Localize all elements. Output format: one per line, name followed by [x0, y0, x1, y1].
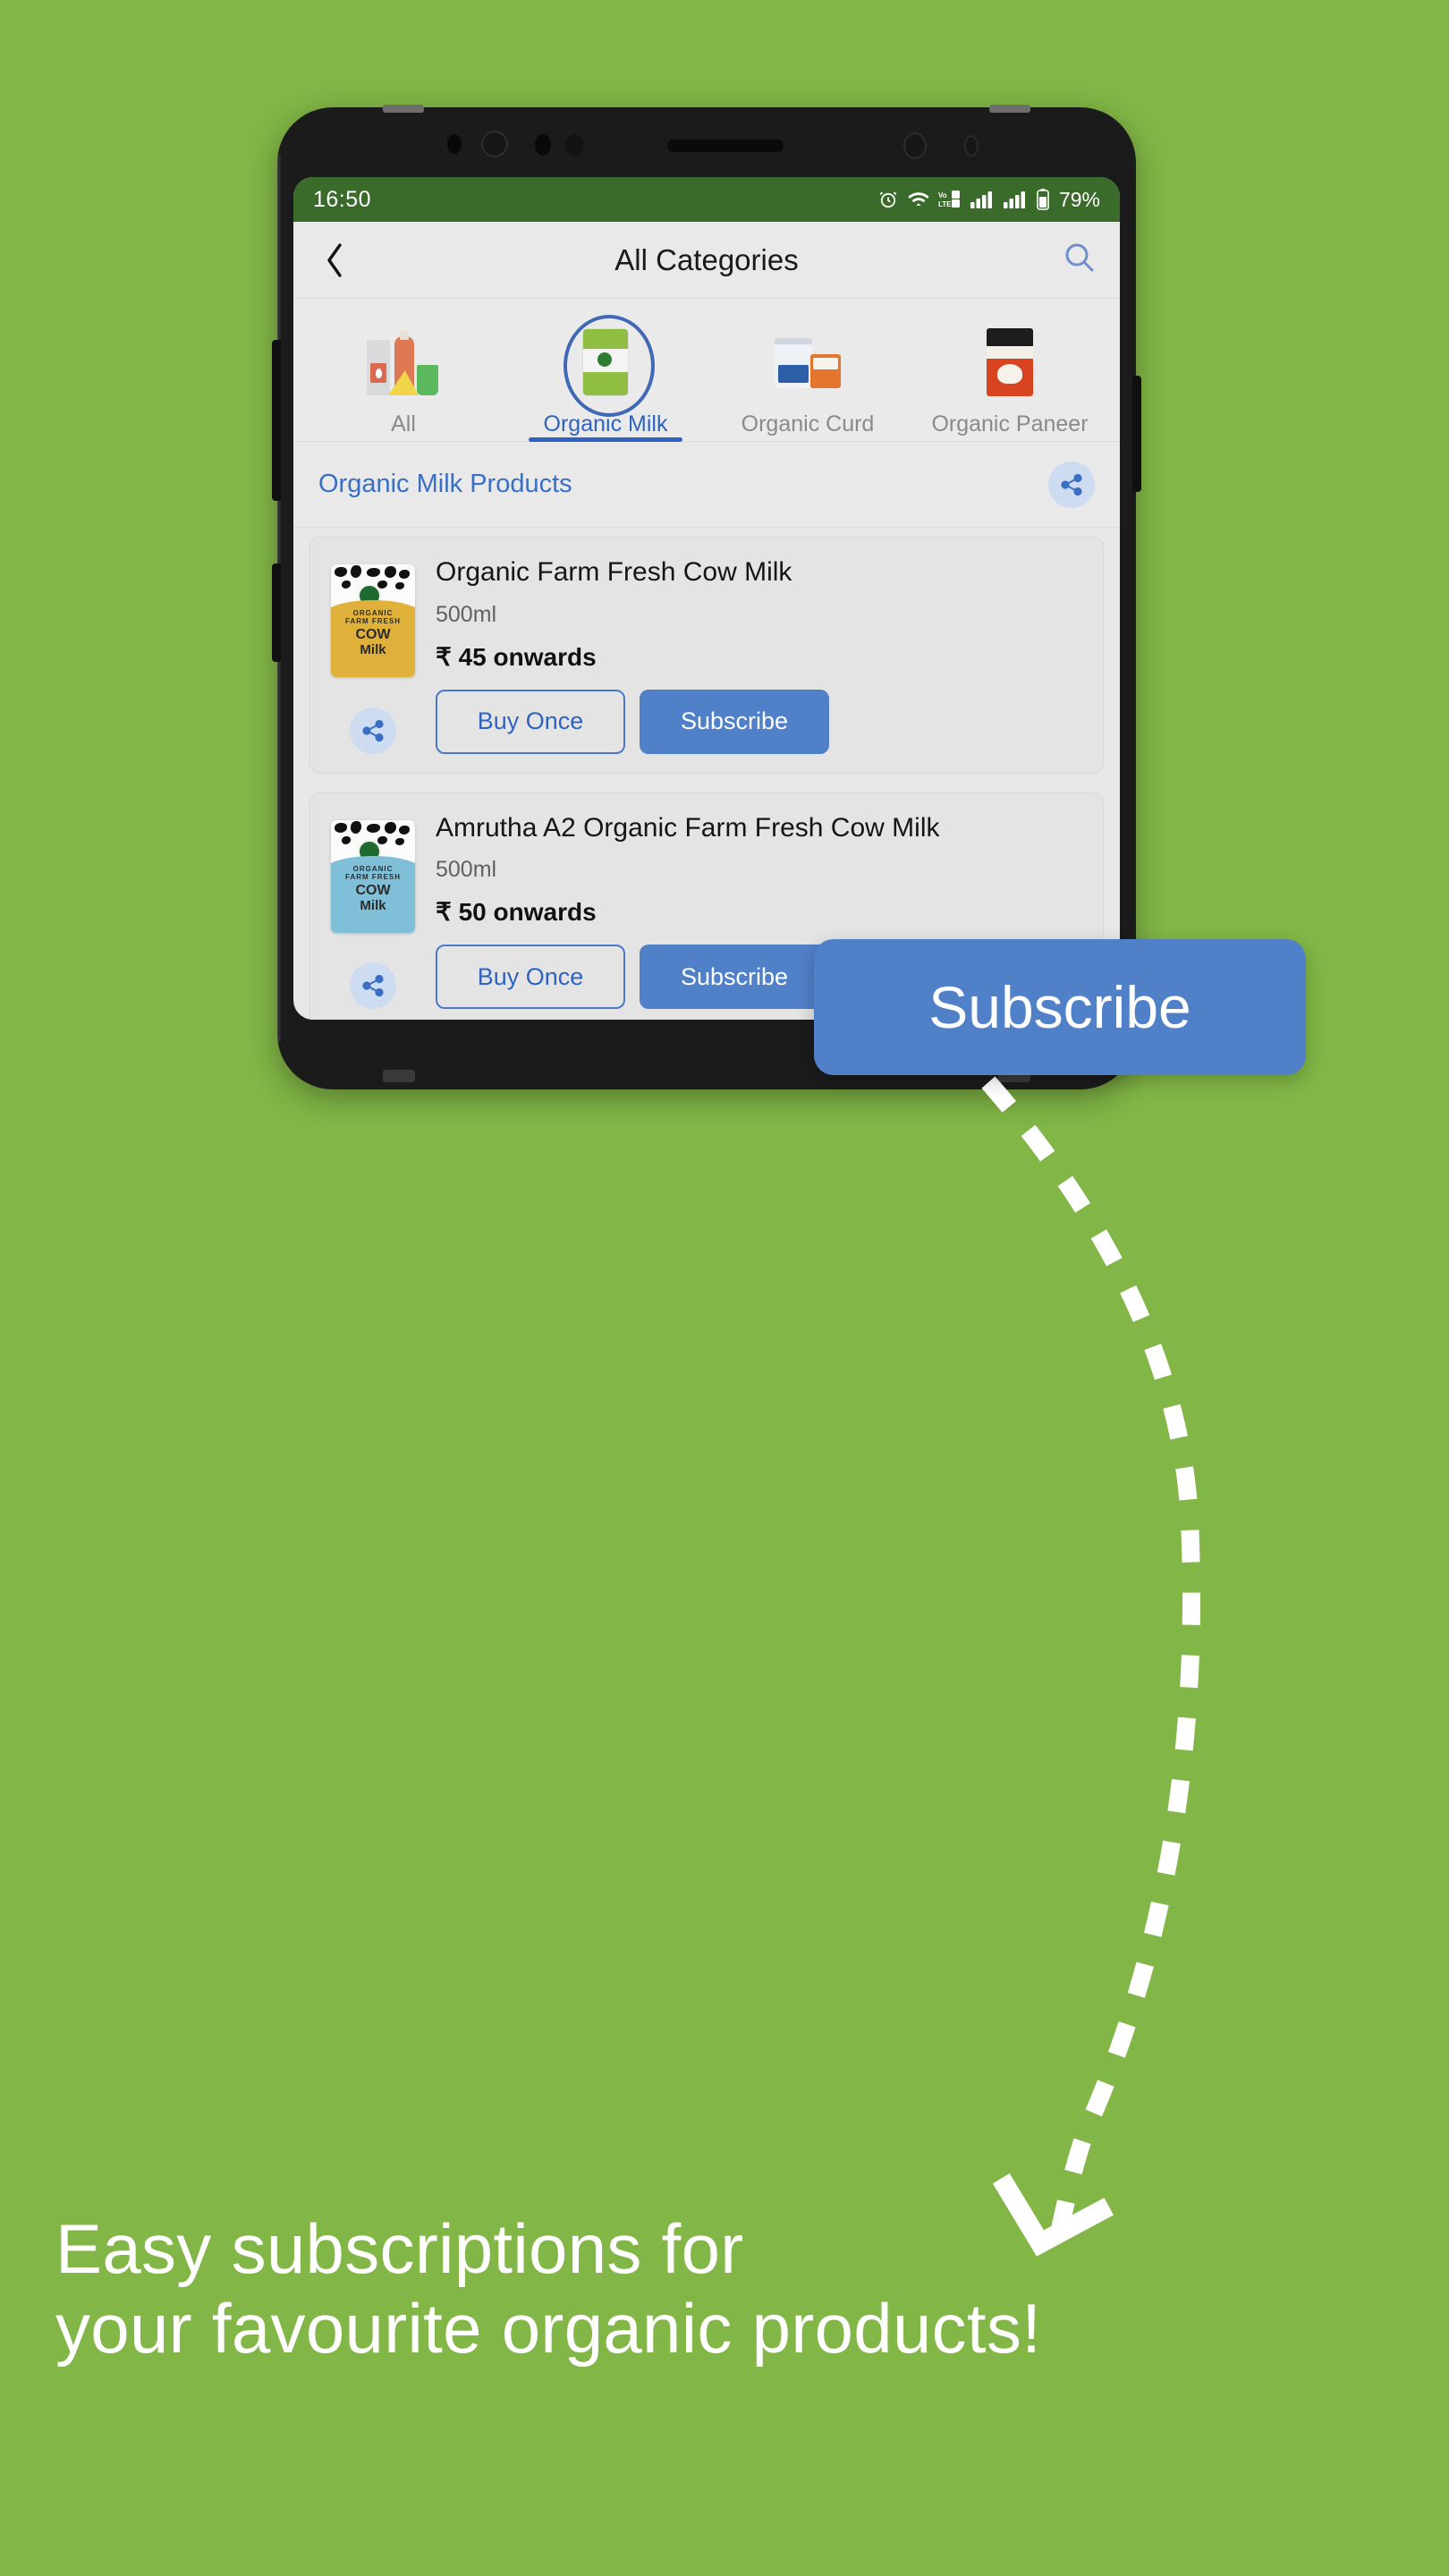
- assistant-button[interactable]: [272, 564, 281, 662]
- power-button[interactable]: [1132, 376, 1141, 492]
- app-bar: All Categories: [293, 222, 1120, 299]
- all-products-icon: [363, 322, 444, 402]
- category-tab-organic-curd[interactable]: Organic Curd: [707, 318, 909, 441]
- share-icon[interactable]: [1048, 461, 1095, 508]
- subscribe-callout-label: Subscribe: [928, 974, 1191, 1040]
- earpiece-speaker: [667, 140, 784, 152]
- category-tab-all[interactable]: All: [302, 318, 504, 441]
- phone-antenna-band-bottom-left: [383, 1070, 415, 1082]
- product-price: ₹ 50 onwards: [436, 898, 597, 926]
- product-media-column: ORGANIC FARM FRESH COW Milk: [326, 555, 419, 754]
- page-title: All Categories: [614, 242, 799, 276]
- product-size: 500ml: [436, 601, 497, 627]
- promo-caption-line2: your favourite organic products!: [55, 2288, 1042, 2368]
- iris-sensor-icon: [535, 134, 551, 156]
- alarm-icon: [877, 189, 899, 210]
- volte-icon: Vo LTE: [938, 190, 962, 209]
- category-tab-organic-paneer[interactable]: Organic Paneer: [909, 318, 1111, 441]
- paneer-pack-icon: [970, 322, 1050, 402]
- milk-carton-icon: [564, 315, 655, 417]
- front-camera-icon: [481, 131, 508, 157]
- volume-button[interactable]: [272, 340, 281, 501]
- phone-screen: 16:50 Vo LTE 79% All Categories All Orga…: [293, 177, 1120, 1020]
- category-active-underline: [529, 437, 682, 442]
- promo-caption: Easy subscriptions for your favourite or…: [55, 2209, 1397, 2368]
- svg-text:Vo: Vo: [938, 191, 947, 199]
- buy-once-button[interactable]: Buy Once: [436, 689, 625, 754]
- light-sensor-icon: [565, 134, 583, 156]
- table-row[interactable]: ORGANIC FARM FRESH COW Milk Organic Farm…: [309, 537, 1104, 773]
- subscribe-button[interactable]: Subscribe: [640, 689, 829, 754]
- proximity-sensor-icon: [447, 134, 462, 154]
- product-name: Amrutha A2 Organic Farm Fresh Cow Milk: [436, 812, 940, 843]
- product-image: ORGANIC FARM FRESH COW Milk: [331, 564, 415, 677]
- product-name: Organic Farm Fresh Cow Milk: [436, 557, 792, 587]
- buy-once-button[interactable]: Buy Once: [436, 945, 625, 1009]
- phone-top-bezel: [277, 107, 1136, 177]
- category-label: Organic Curd: [741, 411, 875, 436]
- product-size: 500ml: [436, 857, 497, 882]
- category-label: All: [391, 411, 416, 436]
- product-price: ₹ 45 onwards: [436, 642, 597, 671]
- svg-text:LTE: LTE: [938, 200, 952, 208]
- battery-icon: [1036, 188, 1050, 211]
- search-icon[interactable]: [1061, 239, 1098, 281]
- section-title: Organic Milk Products: [318, 470, 572, 498]
- curd-tub-icon: [767, 322, 848, 402]
- led-indicator-icon: [964, 135, 979, 157]
- product-actions: Buy Once Subscribe: [436, 689, 1083, 754]
- category-tab-strip: All Organic Milk Organic Curd Organic Pa…: [293, 299, 1120, 442]
- promo-caption-line1: Easy subscriptions for: [55, 2209, 744, 2288]
- product-image: ORGANIC FARM FRESH COW Milk: [331, 819, 415, 933]
- product-details: Organic Farm Fresh Cow Milk 500ml ₹ 45 o…: [436, 555, 1083, 754]
- share-icon[interactable]: [350, 707, 396, 754]
- share-icon[interactable]: [350, 962, 396, 1009]
- signal-sim1-icon: [970, 190, 995, 209]
- section-header: Organic Milk Products: [293, 442, 1120, 528]
- category-tab-organic-milk[interactable]: Organic Milk: [504, 315, 707, 442]
- secondary-sensor-icon: [903, 132, 927, 159]
- wifi-icon: [907, 190, 930, 209]
- category-label: Organic Paneer: [931, 411, 1089, 436]
- battery-percent-label: 79%: [1058, 187, 1100, 211]
- status-clock: 16:50: [313, 186, 372, 212]
- status-icon-group: Vo LTE 79%: [877, 188, 1100, 212]
- subscribe-button[interactable]: Subscribe: [640, 945, 829, 1009]
- product-media-column: ORGANIC FARM FRESH COW Milk: [326, 811, 419, 1009]
- status-bar: 16:50 Vo LTE 79%: [293, 177, 1120, 222]
- signal-sim2-icon: [1003, 190, 1028, 209]
- subscribe-callout-badge: Subscribe: [814, 939, 1306, 1075]
